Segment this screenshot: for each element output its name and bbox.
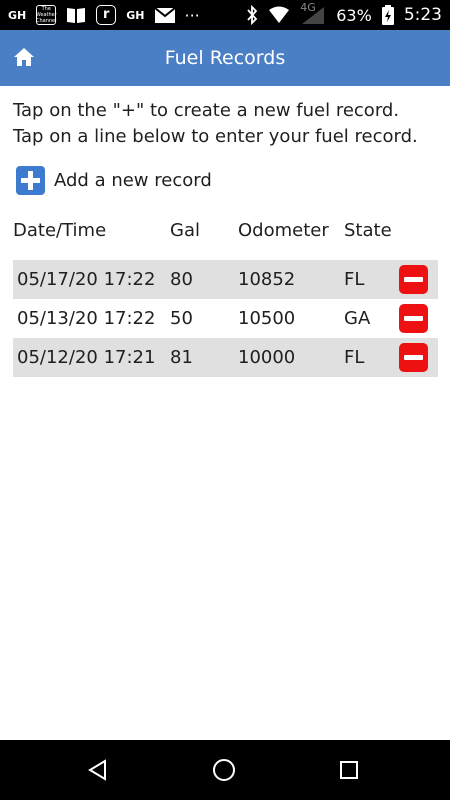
instruction-line-1: Tap on the "+" to create a new fuel reco… bbox=[13, 100, 400, 121]
minus-icon bbox=[404, 277, 423, 282]
status-bar-left-icons: GH The Weather Channel r GH ··· bbox=[8, 5, 200, 25]
recents-button[interactable] bbox=[337, 758, 361, 782]
instructions: Tap on the "+" to create a new fuel reco… bbox=[13, 98, 438, 150]
gh-icon: GH bbox=[126, 8, 145, 22]
row-date: 05/17/20 17:22 bbox=[17, 269, 156, 290]
row-odometer: 10500 bbox=[238, 308, 296, 329]
row-gal: 50 bbox=[170, 308, 193, 329]
row-date: 05/13/20 17:22 bbox=[17, 308, 156, 329]
delete-record-button[interactable] bbox=[399, 304, 428, 333]
page-title: Fuel Records bbox=[164, 47, 286, 69]
battery-percent: 63% bbox=[336, 5, 372, 25]
add-record-label: Add a new record bbox=[54, 169, 212, 191]
row-gal: 80 bbox=[170, 269, 193, 290]
home-icon bbox=[14, 48, 34, 66]
battery-icon bbox=[381, 5, 394, 25]
home-button[interactable] bbox=[12, 46, 36, 68]
row-date: 05/12/20 17:21 bbox=[17, 347, 156, 368]
add-record-button[interactable]: Add a new record bbox=[16, 165, 212, 195]
row-state: GA bbox=[344, 308, 371, 329]
header-state: State bbox=[344, 220, 392, 241]
home-circle-icon bbox=[213, 759, 235, 781]
row-odometer: 10852 bbox=[238, 269, 296, 290]
table-row[interactable]: 05/17/20 17:22 80 10852 FL bbox=[13, 260, 438, 299]
table-row[interactable]: 05/13/20 17:22 50 10500 GA bbox=[13, 299, 438, 338]
row-state: FL bbox=[344, 269, 365, 290]
home-nav-button[interactable] bbox=[212, 758, 236, 782]
app-bar: Fuel Records bbox=[0, 30, 450, 86]
mail-icon bbox=[154, 7, 175, 23]
header-gal: Gal bbox=[170, 220, 200, 241]
header-odometer: Odometer bbox=[238, 220, 329, 241]
delete-record-button[interactable] bbox=[399, 265, 428, 294]
gh-icon: GH bbox=[8, 8, 27, 22]
back-icon bbox=[88, 759, 106, 781]
table-header: Date/Time Gal Odometer State bbox=[13, 220, 438, 248]
wifi-icon bbox=[268, 6, 290, 24]
minus-icon bbox=[404, 316, 423, 321]
more-icon: ··· bbox=[184, 5, 200, 25]
plus-icon bbox=[16, 165, 45, 195]
minus-icon bbox=[404, 355, 423, 360]
back-button[interactable] bbox=[86, 758, 110, 782]
instruction-line-2: Tap on a line below to enter your fuel r… bbox=[13, 126, 418, 147]
fuel-record-list: 05/17/20 17:22 80 10852 FL 05/13/20 17:2… bbox=[13, 260, 438, 377]
book-icon bbox=[66, 6, 86, 24]
delete-record-button[interactable] bbox=[399, 343, 428, 372]
row-gal: 81 bbox=[170, 347, 193, 368]
r-icon: r bbox=[96, 5, 117, 25]
weather-channel-icon: The Weather Channel bbox=[35, 5, 57, 25]
bluetooth-icon bbox=[246, 5, 258, 25]
navigation-bar bbox=[0, 740, 450, 800]
clock: 5:23 bbox=[403, 5, 442, 25]
row-odometer: 10000 bbox=[238, 347, 296, 368]
network-4g-icon: 4G bbox=[300, 1, 326, 25]
status-bar: GH The Weather Channel r GH ··· 4G 63% 5… bbox=[0, 0, 450, 30]
row-state: FL bbox=[344, 347, 365, 368]
status-bar-right-icons: 4G 63% 5:23 bbox=[246, 1, 442, 25]
recents-icon bbox=[340, 761, 358, 779]
table-row[interactable]: 05/12/20 17:21 81 10000 FL bbox=[13, 338, 438, 377]
header-date: Date/Time bbox=[13, 220, 107, 241]
